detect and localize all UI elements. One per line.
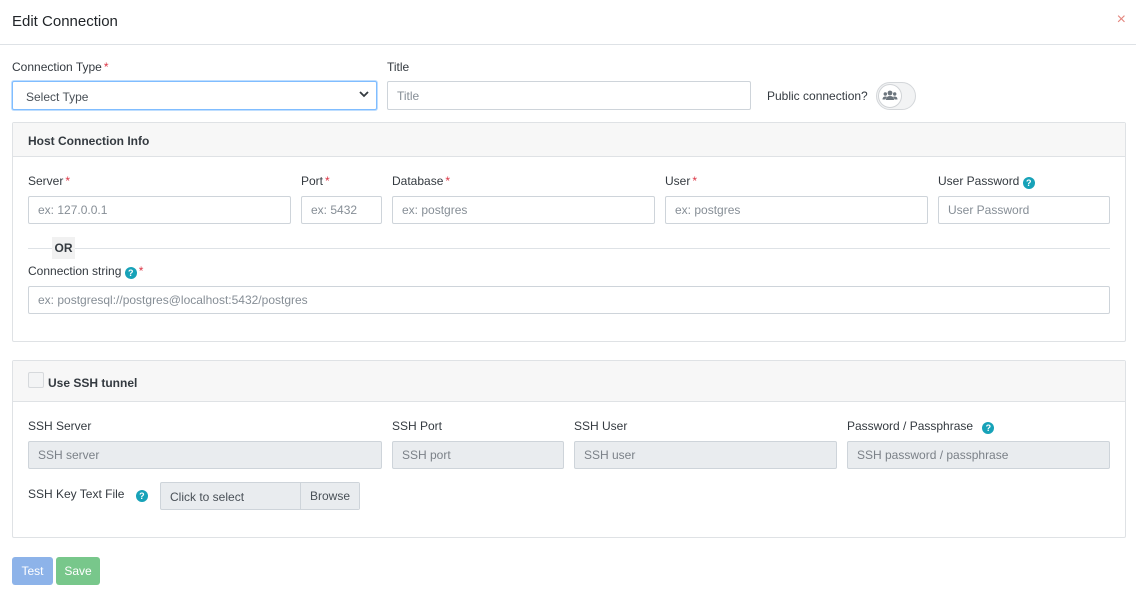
or-label: OR [52, 237, 75, 259]
host-card-header: Host Connection Info [13, 123, 1125, 157]
title-label: Title [387, 60, 410, 74]
required-mark: * [65, 174, 71, 188]
ssh-key-file-input[interactable]: Click to select Browse [160, 482, 360, 510]
user-label-text: User [665, 174, 691, 188]
required-mark: * [138, 264, 144, 278]
ssh-port-input[interactable] [392, 441, 564, 469]
toggle-knob [878, 84, 902, 108]
ssh-server-label: SSH Server [28, 419, 92, 433]
user-password-label-text: User Password [938, 174, 1020, 188]
required-mark: * [445, 174, 451, 188]
help-icon[interactable]: ? [1022, 177, 1035, 189]
help-icon[interactable]: ? [982, 422, 995, 434]
use-ssh-checkbox[interactable] [28, 372, 44, 388]
ssh-user-label: SSH User [574, 419, 628, 433]
ssh-key-file-label: SSH Key Text File ? [28, 487, 148, 502]
database-label: Database * [392, 174, 450, 188]
server-label-text: Server [28, 174, 64, 188]
connection-type-label: Connection Type * [12, 60, 109, 74]
required-mark: * [103, 60, 109, 74]
ssh-password-input[interactable] [847, 441, 1110, 469]
help-icon[interactable]: ? [124, 267, 137, 279]
browse-button[interactable]: Browse [300, 483, 359, 509]
connection-type-label-text: Connection Type [12, 60, 102, 74]
required-mark: * [325, 174, 330, 188]
connection-string-input[interactable] [28, 286, 1110, 314]
server-input[interactable] [28, 196, 291, 224]
user-password-label: User Password ? [938, 174, 1035, 189]
dialog-title: Edit Connection [12, 13, 118, 30]
host-card-title: Host Connection Info [28, 134, 150, 148]
required-mark: * [692, 174, 698, 188]
ssh-port-label: SSH Port [392, 419, 443, 433]
connection-string-label-text: Connection string [28, 264, 122, 278]
ssh-server-input[interactable] [28, 441, 382, 469]
public-connection-toggle[interactable] [876, 82, 916, 110]
ssh-key-file-label-text: SSH Key Text File [28, 487, 125, 501]
ssh-user-input[interactable] [574, 441, 837, 469]
server-label: Server * [28, 174, 70, 188]
or-divider [28, 248, 1110, 249]
ssh-card-header: Use SSH tunnel [13, 361, 1125, 402]
public-connection-label: Public connection? [767, 89, 868, 103]
port-label-text: Port [301, 174, 324, 188]
connection-string-label: Connection string ? * [28, 264, 143, 279]
port-input[interactable] [301, 196, 382, 224]
port-label: Port * [301, 174, 330, 188]
ssh-card-title: Use SSH tunnel [48, 376, 138, 390]
ssh-password-label: Password / Passphrase ? [847, 419, 995, 434]
modal-header: Edit Connection × [0, 0, 1136, 45]
title-input[interactable] [387, 81, 751, 110]
save-button[interactable]: Save [56, 557, 100, 585]
database-label-text: Database [392, 174, 444, 188]
close-icon[interactable]: × [1117, 12, 1126, 28]
user-input[interactable] [665, 196, 928, 224]
user-password-input[interactable] [938, 196, 1110, 224]
database-input[interactable] [392, 196, 655, 224]
users-icon [882, 90, 898, 100]
user-label: User * [665, 174, 697, 188]
connection-type-select[interactable]: Select Type [12, 81, 377, 110]
ssh-password-label-text: Password / Passphrase [847, 419, 974, 433]
test-button[interactable]: Test [12, 557, 53, 585]
chevron-down-icon [359, 91, 369, 98]
connection-type-value: Select Type [26, 90, 89, 104]
file-select-text: Click to select [170, 490, 245, 504]
help-icon[interactable]: ? [135, 490, 148, 502]
